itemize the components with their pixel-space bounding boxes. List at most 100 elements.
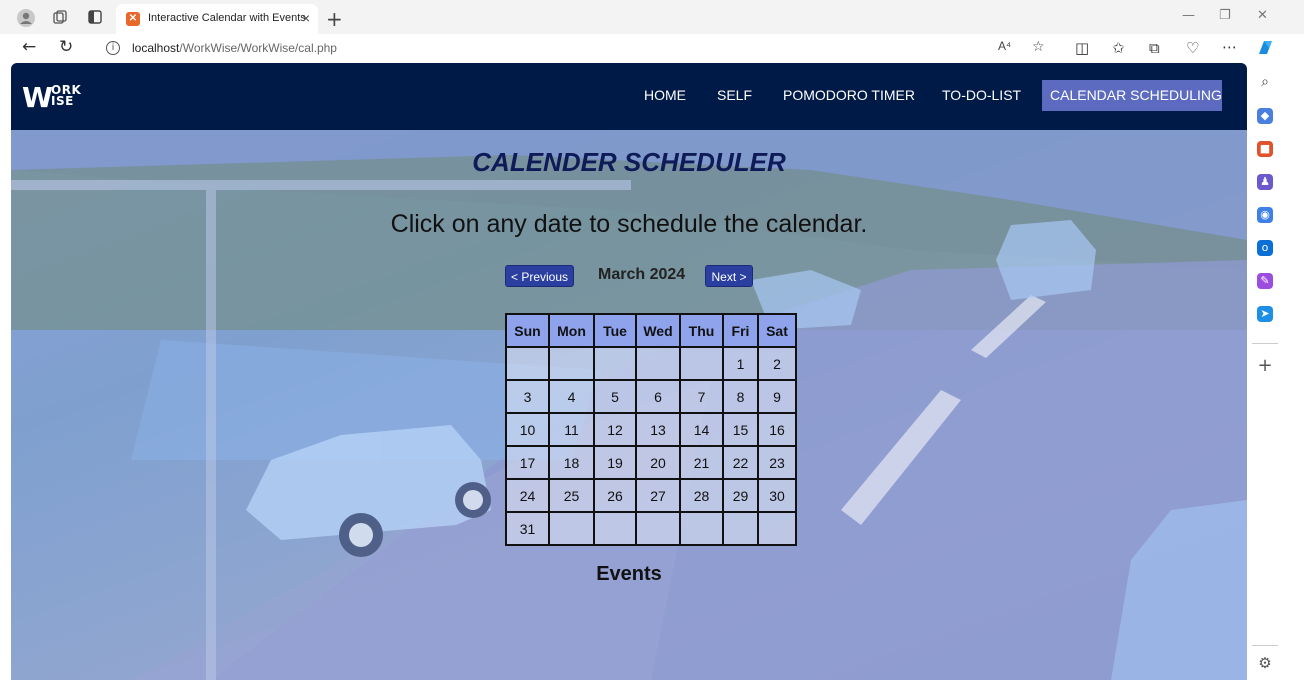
calendar-day-cell[interactable]: 1	[722, 346, 759, 381]
calendar-day-cell[interactable]: 9	[757, 379, 797, 414]
calendar-day-cell[interactable]: 22	[722, 445, 759, 480]
calendar-day-cell[interactable]: 8	[722, 379, 759, 414]
calendar-day-cell[interactable]: 27	[635, 478, 681, 513]
site-navbar: W ORK ISE HOME SELF POMODORO TIMER TO-DO…	[11, 63, 1247, 130]
nav-to-do-list[interactable]: TO-DO-LIST	[934, 80, 1029, 111]
calendar-empty-cell	[635, 511, 681, 546]
page-viewport: W ORK ISE HOME SELF POMODORO TIMER TO-DO…	[11, 63, 1247, 680]
microsoft-365-icon[interactable]: ◉	[1257, 207, 1273, 223]
close-window-icon[interactable]: ✕	[1257, 8, 1268, 23]
calendar-empty-cell	[593, 511, 637, 546]
xampp-favicon-icon: ✕	[126, 12, 140, 26]
collections-icon[interactable]	[51, 9, 69, 27]
calendar-empty-cell	[757, 511, 797, 546]
calendar-day-cell[interactable]: 5	[593, 379, 637, 414]
nav-self[interactable]: SELF	[709, 80, 760, 111]
calendar-day-cell[interactable]: 30	[757, 478, 797, 513]
calendar-day-cell[interactable]: 28	[679, 478, 724, 513]
settings-gear-icon[interactable]: ⚙	[1257, 655, 1273, 671]
sidebar-divider	[1252, 343, 1278, 344]
read-aloud-icon[interactable]: A⁴	[998, 39, 1011, 53]
tab-title: Interactive Calendar with Events	[148, 12, 306, 24]
collections-toolbar-icon[interactable]: ⧉	[1149, 39, 1160, 57]
restore-icon[interactable]: ❐	[1219, 8, 1231, 23]
add-icon[interactable]: +	[1257, 357, 1273, 375]
calendar-day-cell[interactable]: 29	[722, 478, 759, 513]
calendar-day-cell[interactable]: 23	[757, 445, 797, 480]
page-title: CALENDER SCHEDULER	[472, 147, 786, 177]
calendar-day-cell[interactable]: 17	[505, 445, 550, 480]
weekday-header: Wed	[635, 313, 681, 348]
calendar-week-row: 10 11 12 13 14 15 16	[505, 412, 797, 447]
nav-home[interactable]: HOME	[636, 80, 694, 111]
calendar-day-cell[interactable]: 26	[593, 478, 637, 513]
calendar-empty-cell	[548, 511, 595, 546]
weekday-header: Sat	[757, 313, 797, 348]
minimize-icon[interactable]: —	[1182, 8, 1195, 23]
calendar-day-cell[interactable]: 21	[679, 445, 724, 480]
favorite-star-icon[interactable]: ☆	[1032, 39, 1045, 55]
calendar-empty-cell	[505, 346, 550, 381]
vertical-tabs-icon[interactable]	[86, 9, 104, 27]
weekday-header-row: Sun Mon Tue Wed Thu Fri Sat	[505, 313, 797, 348]
calendar-day-cell[interactable]: 11	[548, 412, 595, 447]
month-label: March 2024	[598, 266, 686, 283]
next-month-button[interactable]: Next >	[705, 265, 753, 287]
search-icon[interactable]: ⌕	[1257, 74, 1273, 90]
send-icon[interactable]: ➤	[1257, 306, 1273, 322]
events-heading: Events	[596, 563, 662, 585]
games-icon[interactable]: ♟	[1257, 174, 1273, 190]
calendar-table: Sun Mon Tue Wed Thu Fri Sat 1 2 3 4 5 6 7 8 9 10 1…	[505, 313, 797, 546]
calendar-day-cell[interactable]: 16	[757, 412, 797, 447]
browser-essentials-icon[interactable]: ♡	[1186, 39, 1199, 57]
calendar-day-cell[interactable]: 13	[635, 412, 681, 447]
url-text[interactable]: localhost/WorkWise/WorkWise/cal.php	[132, 41, 337, 55]
favorites-icon[interactable]: ✩	[1112, 39, 1125, 57]
calendar-day-cell[interactable]: 15	[722, 412, 759, 447]
weekday-header: Tue	[593, 313, 637, 348]
calendar-empty-cell	[548, 346, 595, 381]
designer-icon[interactable]: ✎	[1257, 273, 1273, 289]
calendar-week-row: 3456789	[505, 379, 797, 414]
tab-close-icon[interactable]: ×	[302, 10, 310, 26]
calendar-day-cell[interactable]: 18	[548, 445, 595, 480]
calendar-day-cell[interactable]: 31	[505, 511, 550, 546]
calendar-day-cell[interactable]: 4	[548, 379, 595, 414]
calendar-day-cell[interactable]: 7	[679, 379, 724, 414]
calendar-day-cell[interactable]: 14	[679, 412, 724, 447]
calendar-day-cell[interactable]: 12	[593, 412, 637, 447]
site-info-icon[interactable]: i	[106, 41, 120, 55]
back-icon[interactable]: ←	[22, 37, 36, 57]
nav-pomodoro-timer[interactable]: POMODORO TIMER	[775, 80, 923, 111]
split-screen-icon[interactable]: ◫	[1075, 39, 1089, 57]
previous-month-button[interactable]: < Previous	[505, 265, 574, 287]
weekday-header: Thu	[679, 313, 724, 348]
nav-calendar-scheduling[interactable]: CALENDAR SCHEDULING	[1042, 80, 1222, 111]
calendar-day-cell[interactable]: 24	[505, 478, 550, 513]
edge-sidebar: ⌕ ◆ ■ ♟ ◉ o ✎ ➤ + ⚙	[1248, 62, 1304, 694]
browser-tab-bar: ✕ Interactive Calendar with Events × + —…	[0, 0, 1304, 34]
calendar-day-cell[interactable]: 10	[505, 412, 550, 447]
shopping-tag-icon[interactable]: ◆	[1257, 108, 1273, 124]
calendar-empty-cell	[593, 346, 637, 381]
address-bar[interactable]: i localhost/WorkWise/WorkWise/cal.php A⁴…	[92, 35, 1060, 61]
calendar-empty-cell	[679, 511, 724, 546]
active-tab[interactable]: ✕ Interactive Calendar with Events ×	[116, 4, 318, 34]
more-menu-icon[interactable]: ⋯	[1222, 38, 1237, 56]
new-tab-icon[interactable]: +	[326, 7, 343, 31]
calendar-day-cell[interactable]: 6	[635, 379, 681, 414]
copilot-icon[interactable]	[1256, 38, 1275, 57]
calendar-day-cell[interactable]: 25	[548, 478, 595, 513]
calendar-week-row: 12	[505, 346, 797, 381]
calendar-day-cell[interactable]: 20	[635, 445, 681, 480]
outlook-icon[interactable]: o	[1257, 240, 1273, 256]
calendar-day-cell[interactable]: 2	[757, 346, 797, 381]
calendar-empty-cell	[722, 511, 759, 546]
calendar-day-cell[interactable]: 3	[505, 379, 550, 414]
profile-icon[interactable]	[17, 9, 35, 27]
calendar-week-row: 31	[505, 511, 797, 546]
calendar-day-cell[interactable]: 19	[593, 445, 637, 480]
instruction-text: Click on any date to schedule the calend…	[390, 210, 868, 238]
tools-briefcase-icon[interactable]: ■	[1257, 141, 1273, 157]
refresh-icon[interactable]: ↻	[59, 37, 73, 57]
